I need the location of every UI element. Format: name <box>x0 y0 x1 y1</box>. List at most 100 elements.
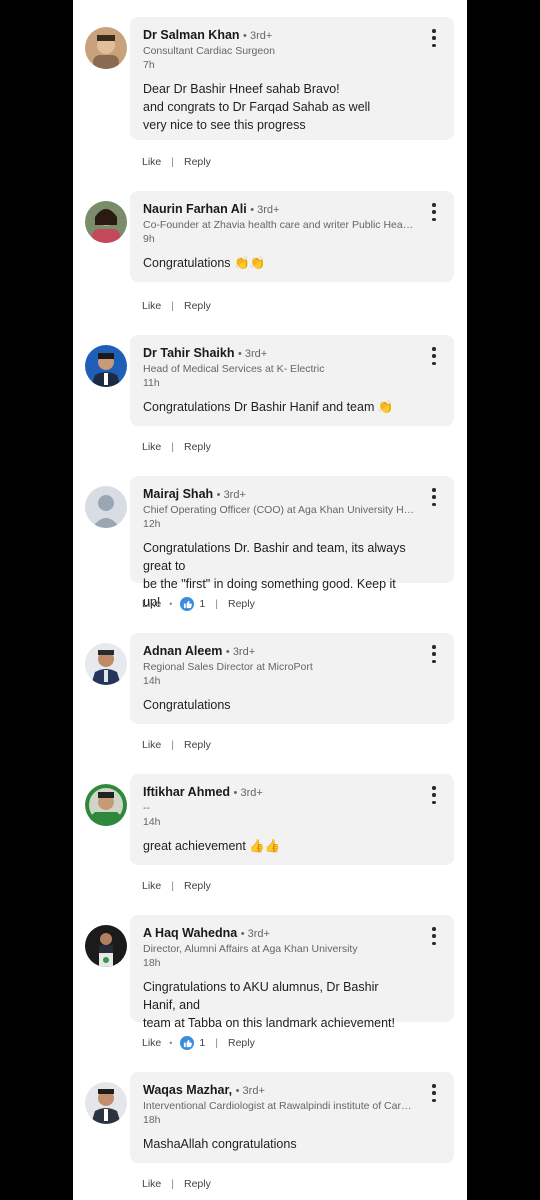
separator-dot: • <box>169 1038 173 1048</box>
comment-text: Cingratulations to AKU alumnus, Dr Bashi… <box>143 978 414 1032</box>
overflow-menu-icon[interactable] <box>426 786 442 804</box>
divider: | <box>171 300 174 312</box>
overflow-menu-icon[interactable] <box>426 203 442 221</box>
author-headline: Head of Medical Services at K- Electric <box>143 363 325 375</box>
comment-line: MashaAllah congratulations <box>143 1137 297 1151</box>
comment-text: Dear Dr Bashir Hneef sahab Bravo! and co… <box>143 80 414 134</box>
comments-panel: Dr Salman Khan • 3rd+ Consultant Cardiac… <box>73 0 467 1200</box>
comment-actions: Like | Reply <box>142 880 211 892</box>
reaction-count[interactable]: 1 <box>199 598 205 610</box>
comment-time: 9h <box>143 233 155 245</box>
overflow-menu-icon[interactable] <box>426 347 442 365</box>
comment-actions: Like | Reply <box>142 300 211 312</box>
author-name[interactable]: Dr Tahir Shaikh <box>143 346 234 360</box>
overflow-menu-icon[interactable] <box>426 927 442 945</box>
overflow-menu-icon[interactable] <box>426 1084 442 1102</box>
reply-button[interactable]: Reply <box>184 441 211 453</box>
comment-actions: Like | Reply <box>142 1178 211 1190</box>
like-reaction-icon[interactable] <box>180 597 195 611</box>
connection-degree: • 3rd+ <box>243 30 273 42</box>
author-headline: Director, Alumni Affairs at Aga Khan Uni… <box>143 943 358 955</box>
comment-text: MashaAllah congratulations <box>143 1135 414 1153</box>
like-button[interactable]: Like <box>142 156 161 168</box>
connection-degree: • 3rd+ <box>216 489 246 501</box>
overflow-menu-icon[interactable] <box>426 488 442 506</box>
reply-button[interactable]: Reply <box>228 598 255 610</box>
avatar[interactable] <box>85 345 127 387</box>
comment-line: team at Tabba on this landmark achieveme… <box>143 1016 395 1030</box>
comment-actions: Like • 1 | Reply <box>142 1036 255 1050</box>
comment-actions: Like | Reply <box>142 441 211 453</box>
comment-text: Congratulations 👏👏 <box>143 254 414 272</box>
comment-actions: Like | Reply <box>142 739 211 751</box>
separator-dot: • <box>169 599 173 609</box>
like-button[interactable]: Like <box>142 1037 161 1049</box>
author-name[interactable]: A Haq Wahedna <box>143 926 237 940</box>
comment-bubble: Naurin Farhan Ali • 3rd+ Co-Founder at Z… <box>130 191 454 282</box>
comment-time: 12h <box>143 518 161 530</box>
comment-text: great achievement 👍👍 <box>143 837 414 855</box>
connection-degree: • 3rd+ <box>250 204 280 216</box>
comment-time: 18h <box>143 957 161 969</box>
like-button[interactable]: Like <box>142 739 161 751</box>
reaction-count[interactable]: 1 <box>199 1037 205 1049</box>
divider: | <box>171 441 174 453</box>
comment-line: Congratulations 👏👏 <box>143 256 266 270</box>
comment-line: great achievement 👍👍 <box>143 839 281 853</box>
avatar[interactable] <box>85 27 127 69</box>
divider: | <box>171 880 174 892</box>
comment-line: Congratulations Dr Bashir Hanif and team… <box>143 400 394 414</box>
overflow-menu-icon[interactable] <box>426 29 442 47</box>
author-headline: Regional Sales Director at MicroPort <box>143 661 313 673</box>
like-reaction-icon[interactable] <box>180 1036 195 1050</box>
author-name[interactable]: Mairaj Shah <box>143 487 213 501</box>
like-button[interactable]: Like <box>142 1178 161 1190</box>
reply-button[interactable]: Reply <box>184 739 211 751</box>
author-name[interactable]: Naurin Farhan Ali <box>143 202 247 216</box>
avatar[interactable] <box>85 784 127 826</box>
overflow-menu-icon[interactable] <box>426 645 442 663</box>
reply-button[interactable]: Reply <box>184 880 211 892</box>
author-headline: Chief Operating Officer (COO) at Aga Kha… <box>143 504 415 516</box>
reply-button[interactable]: Reply <box>228 1037 255 1049</box>
comment-text: Congratulations <box>143 696 414 714</box>
author-name[interactable]: Dr Salman Khan <box>143 28 240 42</box>
avatar[interactable] <box>85 925 127 967</box>
comment-text: Congratulations Dr Bashir Hanif and team… <box>143 398 414 416</box>
author-headline: Co-Founder at Zhavia health care and wri… <box>143 219 415 231</box>
comment-bubble: Mairaj Shah • 3rd+ Chief Operating Offic… <box>130 476 454 609</box>
reply-button[interactable]: Reply <box>184 1178 211 1190</box>
divider: | <box>215 1037 218 1049</box>
reply-button[interactable]: Reply <box>184 300 211 312</box>
comment-line: Cingratulations to AKU alumnus, Dr Bashi… <box>143 980 379 1012</box>
author-headline: -- <box>143 802 150 814</box>
connection-degree: • 3rd+ <box>237 348 268 360</box>
avatar[interactable] <box>85 643 127 685</box>
avatar[interactable] <box>85 486 127 528</box>
comment-actions: Like | Reply <box>142 156 211 168</box>
connection-degree: • 3rd+ <box>225 646 256 658</box>
author-name[interactable]: Adnan Aleem <box>143 644 222 658</box>
author-headline: Interventional Cardiologist at Rawalpind… <box>143 1100 415 1112</box>
like-button[interactable]: Like <box>142 880 161 892</box>
author-headline: Consultant Cardiac Surgeon <box>143 45 275 57</box>
comment-line: Dear Dr Bashir Hneef sahab Bravo! <box>143 82 340 96</box>
comment-time: 18h <box>143 1114 161 1126</box>
connection-degree: • 3rd+ <box>233 787 263 799</box>
comment-bubble: A Haq Wahedna • 3rd+ Director, Alumni Af… <box>130 915 454 1030</box>
comment-line: and congrats to Dr Farqad Sahab as well <box>143 100 371 114</box>
reply-button[interactable]: Reply <box>184 156 211 168</box>
author-name[interactable]: Iftikhar Ahmed <box>143 785 230 799</box>
comment-actions: Like • 1 | Reply <box>142 597 255 611</box>
author-name[interactable]: Waqas Mazhar, <box>143 1083 232 1097</box>
comment-bubble: Iftikhar Ahmed • 3rd+ -- 14h great achie… <box>130 774 454 865</box>
divider: | <box>171 739 174 751</box>
like-button[interactable]: Like <box>142 300 161 312</box>
like-button[interactable]: Like <box>142 598 161 610</box>
avatar[interactable] <box>85 201 127 243</box>
avatar[interactable] <box>85 1082 127 1124</box>
comment-line: Congratulations <box>143 698 231 712</box>
like-button[interactable]: Like <box>142 441 161 453</box>
comment-time: 14h <box>143 675 161 687</box>
connection-degree: • 3rd+ <box>235 1085 265 1097</box>
